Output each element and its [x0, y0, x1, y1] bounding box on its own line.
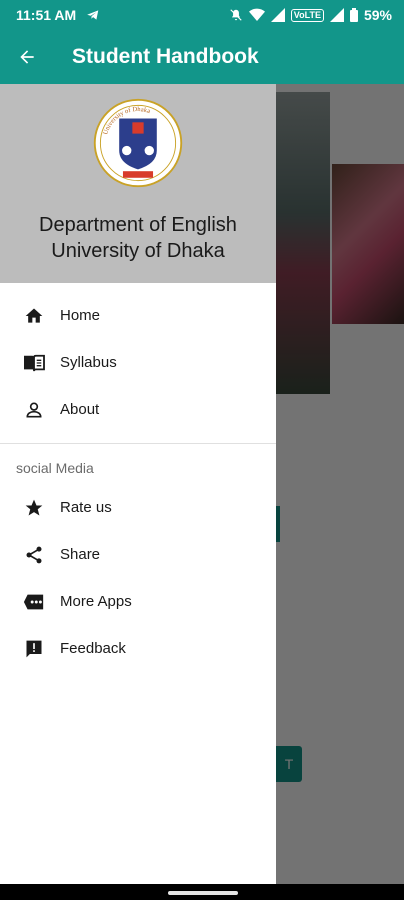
- app-title: Student Handbook: [72, 45, 259, 68]
- signal-icon-2: [329, 8, 344, 22]
- share-icon: [22, 543, 46, 567]
- menu-item-label: Feedback: [60, 640, 126, 657]
- arrow-back-icon: [20, 50, 34, 64]
- star-icon: [22, 496, 46, 520]
- wifi-icon: [248, 8, 265, 22]
- menu-item-more-apps[interactable]: More Apps: [0, 578, 276, 625]
- menu-item-label: Syllabus: [60, 354, 117, 371]
- back-button[interactable]: [0, 30, 54, 84]
- home-indicator[interactable]: [168, 891, 238, 895]
- menu-item-about[interactable]: About: [0, 386, 276, 433]
- person-icon: [22, 398, 46, 422]
- status-bar: 11:51 AM VoLTE 59%: [0, 0, 404, 30]
- status-right: VoLTE 59%: [229, 7, 392, 23]
- status-time: 11:51 AM: [16, 7, 77, 23]
- menu-item-feedback[interactable]: Feedback: [0, 625, 276, 672]
- menu-item-label: More Apps: [60, 593, 132, 610]
- department-name: Department of English: [39, 214, 237, 236]
- drawer-scrim[interactable]: [276, 84, 404, 884]
- volte-badge: VoLTE: [290, 8, 324, 22]
- menu-item-label: Rate us: [60, 499, 112, 516]
- menu-item-label: Home: [60, 307, 101, 324]
- status-left: 11:51 AM: [16, 7, 100, 23]
- drawer-header: University of Dhaka Department of Englis…: [0, 84, 276, 283]
- navigation-drawer: University of Dhaka Department of Englis…: [0, 84, 276, 884]
- menu-item-home[interactable]: Home: [0, 292, 276, 339]
- social-menu: Rate us Share More Apps Feedback: [0, 484, 276, 672]
- mute-icon: [229, 8, 243, 22]
- book-icon: [22, 351, 46, 375]
- university-logo: University of Dhaka: [93, 98, 183, 188]
- main-menu: Home Syllabus About: [0, 283, 276, 433]
- drawer-header-title: Department of English University of Dhak…: [0, 212, 276, 264]
- menu-item-label: About: [60, 401, 100, 418]
- menu-item-label: Share: [60, 546, 101, 563]
- telegram-icon: [86, 8, 100, 22]
- more-apps-icon: [22, 590, 46, 614]
- signal-icon: [270, 8, 285, 22]
- home-icon: [22, 304, 46, 328]
- menu-item-syllabus[interactable]: Syllabus: [0, 339, 276, 386]
- menu-item-share[interactable]: Share: [0, 531, 276, 578]
- app-bar: Student Handbook: [0, 30, 404, 84]
- battery-icon: [349, 8, 358, 22]
- feedback-icon: [22, 637, 46, 661]
- battery-percent: 59%: [363, 7, 392, 23]
- university-name: University of Dhaka: [51, 240, 225, 262]
- section-title-social: social Media: [16, 460, 94, 476]
- menu-item-rate-us[interactable]: Rate us: [0, 484, 276, 531]
